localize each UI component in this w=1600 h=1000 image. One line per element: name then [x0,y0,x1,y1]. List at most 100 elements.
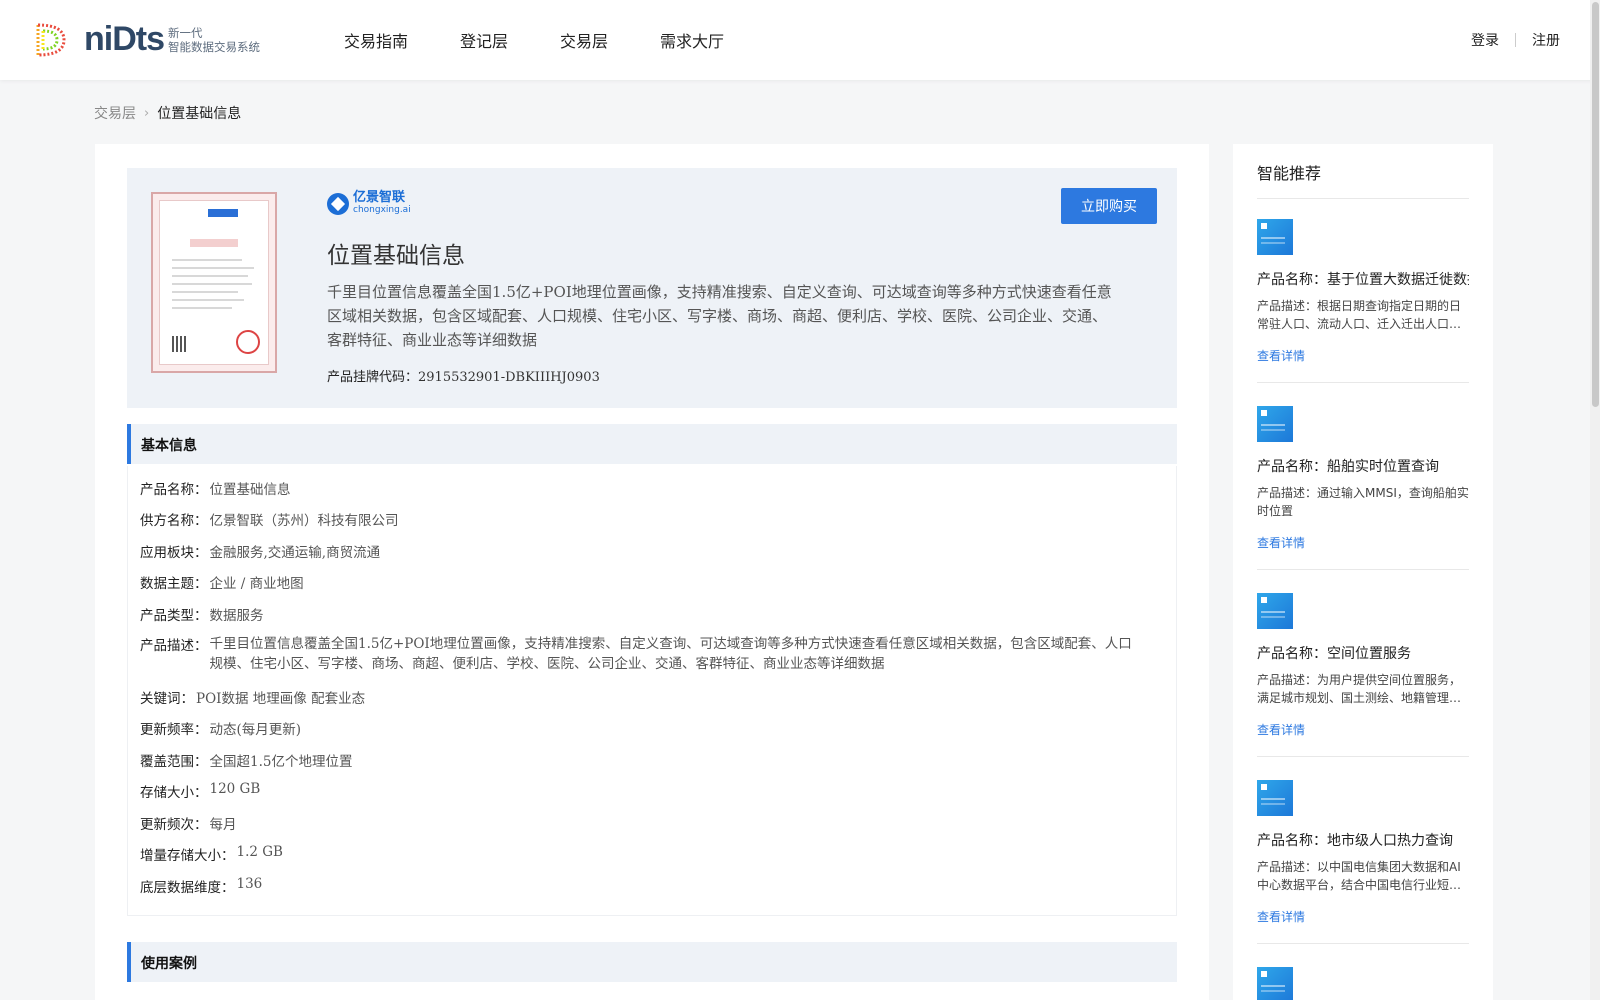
sidebar-divider [1257,198,1469,199]
page-scrollbar[interactable] [1590,0,1600,1000]
info-row: 产品类型： 数据服务 [140,604,264,624]
info-value: 动态(每月更新) [209,722,302,738]
vendor-logo: 亿景智联 chongxing.ai [327,191,411,216]
info-key: 增量存储大小： [140,848,235,864]
auth-links: 登录 注册 [1471,30,1560,50]
recommendation-name[interactable]: 产品名称：基于位置大数据迁徙数据 [1257,269,1469,289]
product-thumbnail[interactable] [1257,593,1293,629]
view-details-link[interactable]: 查看详情 [1257,721,1469,738]
recommendation-card[interactable] [1257,967,1469,1000]
certificate-emblem [208,209,238,217]
certificate-line [172,267,254,269]
info-row: 存储大小： 120 GB [140,781,260,801]
info-value: 千里目位置信息覆盖全国1.5亿+POI地理位置画像，支持精准搜索、自定义查询、可… [209,636,1132,672]
info-value: 数据服务 [209,608,264,624]
logo-text: niDts [84,20,165,58]
recommendation-name[interactable]: 产品名称：空间位置服务 [1257,643,1469,663]
info-key: 产品类型： [140,608,208,624]
info-key: 数据主题： [140,576,208,592]
recommendation-sidebar: 智能推荐 产品名称：基于位置大数据迁徙数据 产品描述：根据日期查询指定日期的日常… [1233,144,1493,1000]
info-row: 产品描述： 千里目位置信息覆盖全国1.5亿+POI地理位置画像，支持精准搜索、自定… [140,634,1140,674]
product-thumbnail[interactable] [1257,967,1293,1000]
info-row: 底层数据维度： 136 [140,876,262,896]
recommendation-card[interactable]: 产品名称：基于位置大数据迁徙数据 产品描述：根据日期查询指定日期的日常驻人口、流… [1257,219,1469,364]
info-key: 供方名称： [140,513,208,529]
vendor-logo-icon [327,193,349,215]
product-main-panel: 亿景智联 chongxing.ai 立即购买 位置基础信息 千里目位置信息覆盖全… [95,144,1209,1000]
login-link[interactable]: 登录 [1471,30,1499,50]
info-row: 增量存储大小： 1.2 GB [140,844,283,864]
recommendation-card[interactable]: 产品名称：地市级人口热力查询 产品描述：以中国电信集团大数据和AI中心数据平台，… [1257,780,1469,925]
product-thumbnail[interactable] [1257,406,1293,442]
info-value: 全国超1.5亿个地理位置 [209,754,353,770]
recommendation-description: 产品描述：为用户提供空间位置服务，满足城市规划、国土测绘、地籍管理… [1257,673,1462,705]
sidebar-divider [1257,382,1469,383]
recommendation-description: 产品描述：根据日期查询指定日期的日常驻人口、流动人口、迁入迁出人口… [1257,299,1462,331]
use-cases-title: 使用案例 [141,956,197,972]
certificate-body [159,200,269,365]
certificate-line [172,259,242,261]
nav-trading-layer[interactable]: 交易层 [560,28,608,52]
recommendation-name[interactable]: 产品名称：地市级人口热力查询 [1257,830,1469,850]
recommendation-card[interactable]: 产品名称：船舶实时位置查询 产品描述：通过输入MMSI，查询船舶实时位置 查看详… [1257,406,1469,551]
certificate-line [172,291,238,293]
nav-registration-layer[interactable]: 登记层 [460,28,508,52]
info-key: 应用板块： [140,545,208,561]
info-key: 底层数据维度： [140,880,235,896]
breadcrumb-parent[interactable]: 交易层 [94,103,136,123]
chevron-right-icon: › [144,105,150,121]
info-row: 应用板块： 金融服务,交通运输,商贸流通 [140,541,380,561]
nav-demand-hall[interactable]: 需求大厅 [660,28,724,52]
basic-info-table: 产品名称： 位置基础信息 供方名称： 亿景智联（苏州）科技有限公司 应用板块： 金融服… [127,466,1177,916]
site-logo[interactable]: niDts 新一代 智能数据交易系统 [30,20,260,59]
auth-divider [1515,33,1516,47]
info-value: POI数据 地理画像 配套业态 [196,691,366,707]
register-link[interactable]: 注册 [1532,30,1560,50]
product-thumbnail[interactable] [1257,219,1293,255]
basic-info-title: 基本信息 [141,438,197,454]
recommendation-card[interactable]: 产品名称：空间位置服务 产品描述：为用户提供空间位置服务，满足城市规划、国土测绘… [1257,593,1469,738]
info-row: 关键词： POI数据 地理画像 配套业态 [140,687,365,707]
listing-code-value: 2915532901-DBKIIIHJ0903 [418,370,600,385]
info-row: 更新频率： 动态(每月更新) [140,718,301,738]
info-row: 数据主题： 企业 / 商业地图 [140,572,304,592]
info-key: 更新频率： [140,722,208,738]
product-description: 千里目位置信息覆盖全国1.5亿+POI地理位置画像，支持精准搜索、自定义查询、可… [327,283,1112,349]
product-title: 位置基础信息 [327,243,465,269]
scrollbar-thumb[interactable] [1592,2,1599,407]
recommendation-description: 产品描述：以中国电信集团大数据和AI中心数据平台，结合中国电信行业短… [1257,860,1462,892]
info-value: 亿景智联（苏州）科技有限公司 [209,513,399,529]
info-value: 1.2 GB [236,844,283,860]
logo-subtitle: 新一代 智能数据交易系统 [168,26,260,54]
vendor-url: chongxing.ai [353,205,411,215]
info-key: 产品描述： [140,638,208,654]
view-details-link[interactable]: 查看详情 [1257,908,1469,925]
breadcrumb: 交易层 › 位置基础信息 [94,103,241,123]
logo-subtitle-line-2: 智能数据交易系统 [168,39,260,54]
view-details-link[interactable]: 查看详情 [1257,534,1469,551]
info-value: 位置基础信息 [209,482,291,498]
listing-certificate-image[interactable] [151,192,277,373]
top-header: niDts 新一代 智能数据交易系统 交易指南 登记层 交易层 需求大厅 登录 … [0,0,1600,80]
info-key: 存储大小： [140,785,208,801]
info-row: 覆盖范围： 全国超1.5亿个地理位置 [140,750,352,770]
recommendation-name[interactable]: 产品名称：船舶实时位置查询 [1257,456,1469,476]
info-row: 更新频次： 每月 [140,813,237,833]
recommendation-description: 产品描述：通过输入MMSI，查询船舶实时位置 [1257,486,1469,518]
product-thumbnail[interactable] [1257,780,1293,816]
certificate-line [172,299,244,301]
buy-now-button[interactable]: 立即购买 [1061,188,1157,224]
view-details-link[interactable]: 查看详情 [1257,347,1469,364]
certificate-line [172,275,248,277]
listing-code-label: 产品挂牌代码： [327,370,419,385]
sidebar-divider [1257,943,1469,944]
nav-trading-guide[interactable]: 交易指南 [344,28,408,52]
basic-info-header: 基本信息 [127,424,1177,464]
use-cases-header: 使用案例 [127,942,1177,982]
info-row: 产品名称： 位置基础信息 [140,478,291,498]
info-value: 每月 [209,817,237,833]
breadcrumb-current: 位置基础信息 [157,106,242,122]
qr-code-icon [172,336,188,352]
product-listing-code: 产品挂牌代码：2915532901-DBKIIIHJ0903 [327,366,600,385]
info-value: 企业 / 商业地图 [209,576,304,592]
